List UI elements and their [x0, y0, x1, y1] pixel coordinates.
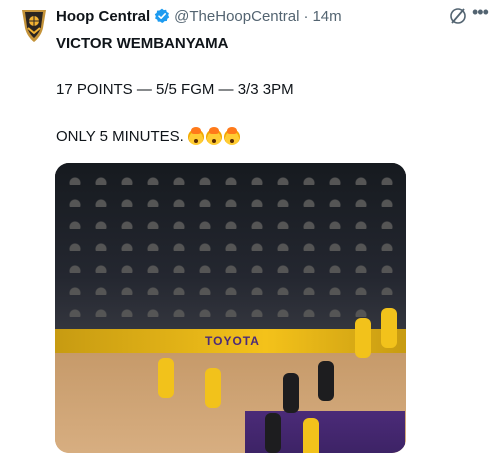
more-icon[interactable]: •••	[472, 3, 492, 23]
timestamp[interactable]: 14m	[312, 8, 341, 25]
tweet[interactable]: Hoop Central @TheHoopCentral · 14m ••• V…	[0, 0, 500, 453]
player	[283, 373, 299, 413]
arena-crowd	[55, 163, 406, 353]
exploding-head-emojis	[187, 127, 240, 145]
hoop-central-logo	[22, 10, 46, 42]
author-handle[interactable]: @TheHoopCentral	[174, 8, 299, 25]
avatar[interactable]	[16, 8, 52, 44]
player	[355, 318, 371, 358]
player	[303, 418, 319, 453]
tweet-line-3-text: ONLY 5 MINUTES.	[56, 128, 184, 145]
player	[265, 413, 281, 453]
verified-badge-icon	[154, 8, 170, 24]
tweet-media[interactable]: TOYOTA	[55, 163, 406, 453]
grok-icon[interactable]	[448, 6, 468, 26]
player	[318, 361, 334, 401]
tweet-line-3: ONLY 5 MINUTES.	[56, 127, 240, 147]
player	[158, 358, 174, 398]
author-name[interactable]: Hoop Central	[56, 8, 150, 25]
player	[381, 308, 397, 348]
tweet-line-2: 17 POINTS — 5/5 FGM — 3/3 3PM	[56, 81, 294, 98]
player	[205, 368, 221, 408]
exploding-head-emoji-icon	[205, 127, 222, 145]
exploding-head-emoji-icon	[187, 127, 204, 145]
banner-text: TOYOTA	[205, 334, 260, 348]
separator-dot: ·	[303, 7, 309, 25]
tweet-header: Hoop Central @TheHoopCentral · 14m	[56, 6, 342, 26]
tweet-line-1: VICTOR WEMBANYAMA	[56, 35, 229, 52]
exploding-head-emoji-icon	[223, 127, 240, 145]
court-banner: TOYOTA	[55, 329, 406, 355]
